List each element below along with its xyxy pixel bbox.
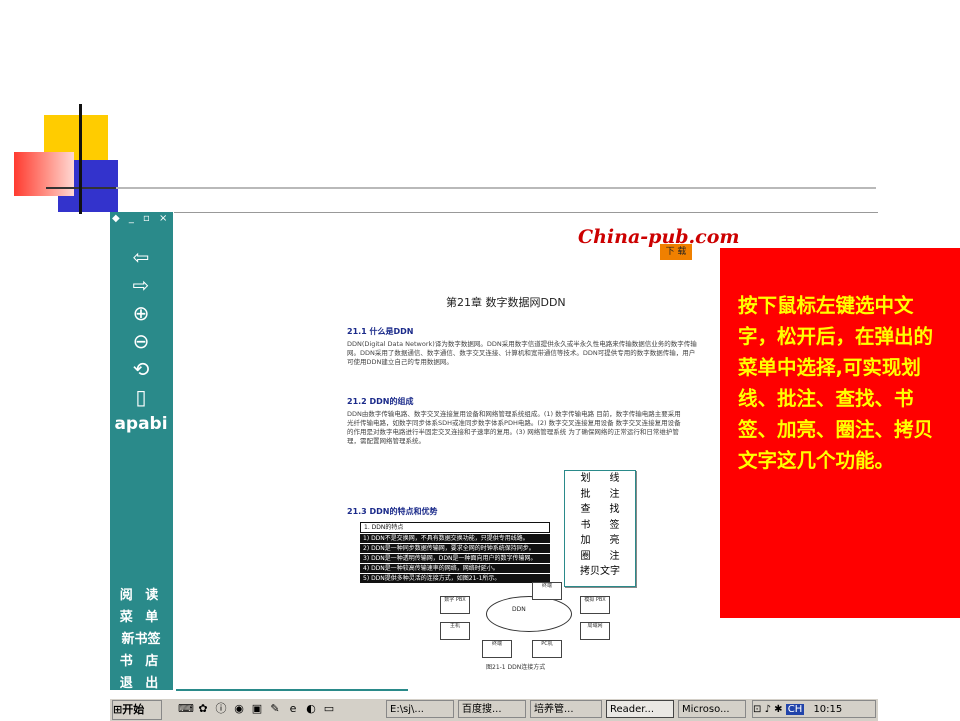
volume-icon[interactable]: ♪	[765, 704, 771, 715]
diagram-node: 数字 PBX	[440, 596, 470, 614]
ddn-network-ellipse	[486, 596, 572, 632]
context-menu-item-underline[interactable]: 划线	[565, 471, 635, 487]
start-button[interactable]: ⊞开始	[112, 700, 162, 720]
sidebar-menu-exit[interactable]: 退 出	[114, 672, 168, 691]
section-heading: 21.2 DDN的组成	[347, 397, 414, 406]
taskbar-task[interactable]: 培养管...	[530, 700, 602, 718]
section-body: DDN(Digital Data Network)译为数字数据网。DDN采用数字…	[347, 340, 697, 366]
decor-red-gradient-bar	[14, 152, 74, 196]
diagram-node: 主机	[440, 622, 470, 640]
diagram-node: 局域网	[580, 622, 610, 640]
apabi-logo: apabi	[114, 414, 168, 434]
quicklaunch-icon[interactable]: ✿	[196, 702, 210, 716]
section-body: DDN由数字传输电路、数字交叉连接复用设备和网络管理系统组成。(1) 数字传输电…	[347, 410, 681, 445]
section-heading: 21.1 什么是DDN	[347, 327, 414, 336]
china-pub-logo: China-pub.com	[578, 226, 740, 248]
bookmark-icon[interactable]: ▯	[124, 384, 158, 410]
previous-page-icon[interactable]: ⇦	[124, 244, 158, 270]
page-progress-stripe	[176, 689, 408, 691]
sidebar-menu-read[interactable]: 阅 读	[114, 584, 168, 603]
callout-text: 按下鼠标左键选中文字，松开后，在弹出的菜单中选择,可实现划线、批注、查找、书签、…	[738, 294, 934, 472]
ddn-center-label: DDN	[512, 606, 526, 613]
diagram-node: 终端	[532, 582, 562, 600]
quicklaunch-icon[interactable]: ◐	[304, 702, 318, 716]
rotate-icon[interactable]: ⟲	[124, 356, 158, 382]
taskbar-task[interactable]: 百度搜...	[458, 700, 526, 718]
next-page-icon[interactable]: ⇨	[124, 272, 158, 298]
zoom-out-icon[interactable]: ⊖	[124, 328, 158, 354]
reader-top-border	[174, 212, 878, 213]
context-menu-item-highlight[interactable]: 加亮	[565, 533, 635, 549]
feature-row[interactable]: 4) DDN是一种较高传输速率的网络，网络时延小。	[360, 564, 550, 573]
ime-icon[interactable]: ✱	[774, 704, 782, 715]
feature-list: 1. DDN的特点 1) DDN不是交换网，不具有数据交换功能，只提供专用线路。…	[360, 522, 550, 588]
figure-caption: 图21-1 DDN连接方式	[486, 664, 546, 671]
taskbar-task[interactable]: E:\sj\...	[386, 700, 454, 718]
sidebar-menu-bookstore[interactable]: 书 店	[114, 650, 168, 669]
feature-row[interactable]: 2) DDN是一种同步数据传输网，要求全网的时钟系统保持同步。	[360, 544, 550, 553]
network-icon[interactable]: ⊡	[753, 704, 761, 715]
diagram-node: PC机	[532, 640, 562, 658]
instruction-callout: 按下鼠标左键选中文字，松开后，在弹出的菜单中选择,可实现划线、批注、查找、书签、…	[720, 248, 960, 618]
feature-row[interactable]: 3) DDN是一种透明传输网，DDN是一种面向用户的数字传输网。	[360, 554, 550, 563]
quicklaunch-icon[interactable]: ⓘ	[214, 702, 228, 716]
context-menu-item-bookmark[interactable]: 书签	[565, 518, 635, 534]
sidebar-menu-menu[interactable]: 菜 单	[114, 606, 168, 625]
decor-horizontal-line	[46, 187, 876, 189]
chapter-title: 第21章 数字数据网DDN	[446, 296, 566, 309]
clock: 10:15	[813, 704, 843, 715]
context-menu-item-copy-text[interactable]: 拷贝文字	[565, 564, 635, 580]
diagram-node: 终端	[482, 640, 512, 658]
selection-context-menu: 划线 批注 查找 书签 加亮 圈注 拷贝文字	[564, 470, 636, 587]
context-menu-item-find[interactable]: 查找	[565, 502, 635, 518]
download-button[interactable]: 下 载	[660, 244, 692, 260]
ie-icon[interactable]: e	[286, 702, 300, 716]
sidebar-menu-new-bookmark[interactable]: 新书签	[114, 628, 168, 647]
feature-row[interactable]: 1) DDN不是交换网，不具有数据交换功能，只提供专用线路。	[360, 534, 550, 543]
quicklaunch-icon[interactable]: ◉	[232, 702, 246, 716]
windows-logo-icon: ⊞	[113, 703, 123, 716]
decor-vertical-line	[79, 104, 82, 214]
section-heading: 21.3 DDN的特点和优势	[347, 507, 438, 516]
quicklaunch-icon[interactable]: ▣	[250, 702, 264, 716]
taskbar-task-active[interactable]: Reader...	[606, 700, 674, 718]
feature-row[interactable]: 1. DDN的特点	[360, 522, 550, 533]
feature-row[interactable]: 5) DDN提供多种灵活的连接方式，如图21-1所示。	[360, 574, 550, 583]
quicklaunch-icon[interactable]: ⌨	[178, 702, 194, 716]
system-tray: ⊡ ♪ ✱ CH 10:15	[752, 700, 876, 718]
quicklaunch-icon[interactable]: ✎	[268, 702, 282, 716]
window-controls[interactable]: ◆ _ ▫ ×	[112, 213, 172, 225]
diagram-node: 模拟 PBX	[580, 596, 610, 614]
context-menu-item-annotate[interactable]: 批注	[565, 487, 635, 503]
taskbar-task[interactable]: Microso...	[678, 700, 746, 718]
quicklaunch-icon[interactable]: ▭	[322, 702, 336, 716]
zoom-in-icon[interactable]: ⊕	[124, 300, 158, 326]
context-menu-item-circle[interactable]: 圈注	[565, 549, 635, 565]
language-indicator[interactable]: CH	[785, 704, 805, 715]
